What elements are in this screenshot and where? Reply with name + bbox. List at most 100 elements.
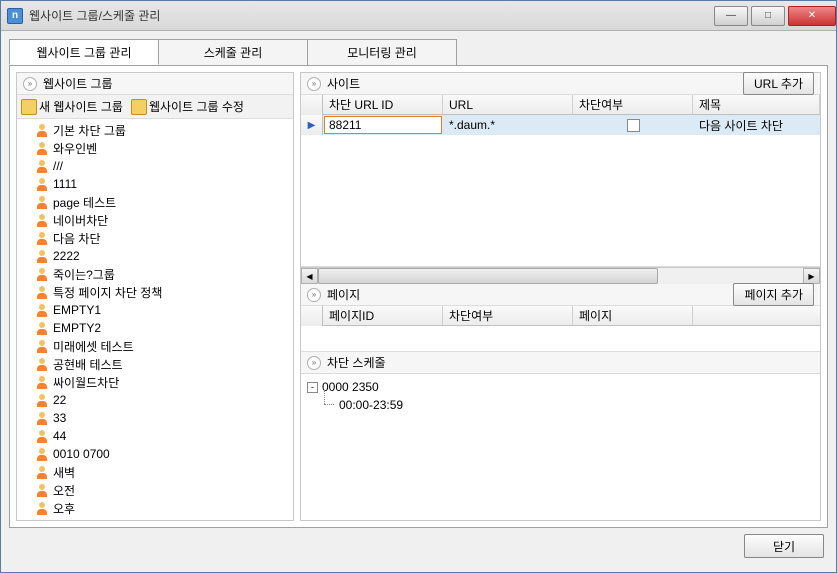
tree-item[interactable]: 22 [31,391,291,409]
tree-item[interactable]: 0010 0700 [31,445,291,463]
person-icon [35,339,49,353]
tree-item-label: 싸이월드차단 [53,374,119,391]
page-section-title: 페이지 [327,286,360,303]
titlebar: n 웹사이트 그룹/스케줄 관리 — □ ✕ [1,1,836,31]
site-grid-header: 차단 URL ID URL 차단여부 제목 [301,95,820,115]
scroll-right-icon[interactable]: ▶ [803,268,820,284]
tree-item-label: 미래에셋 테스트 [53,338,134,355]
window-title: 웹사이트 그룹/스케줄 관리 [29,7,160,24]
person-icon [35,429,49,443]
close-button[interactable]: ✕ [788,6,836,26]
close-dialog-button[interactable]: 닫기 [744,534,824,558]
tree-item-label: 22 [53,393,66,407]
tree-item[interactable]: 오전 [31,481,291,499]
tree-item[interactable]: 밤 [31,517,291,520]
site-hscroll[interactable]: ◀ ▶ [301,267,820,284]
scroll-left-icon[interactable]: ◀ [301,268,318,284]
person-icon [35,231,49,245]
expand-icon[interactable]: » [23,77,37,91]
expand-icon[interactable]: » [307,77,321,91]
maximize-button[interactable]: □ [751,6,785,26]
tree-item[interactable]: 다음 차단 [31,229,291,247]
col-title[interactable]: 제목 [693,95,820,114]
tree-item[interactable]: 공현배 테스트 [31,355,291,373]
expand-icon[interactable]: » [307,356,321,370]
row-indicator-header [301,306,323,326]
col-page-id[interactable]: 페이지ID [323,306,443,325]
add-page-button[interactable]: 페이지 추가 [733,283,814,306]
tree-item[interactable]: 오후 [31,499,291,517]
tree-item[interactable]: 죽이는?그룹 [31,265,291,283]
tab-monitoring[interactable]: 모니터링 관리 [307,39,457,65]
person-icon [35,375,49,389]
tree-item[interactable]: 와우인벤 [31,139,291,157]
group-section-header: » 웹사이트 그룹 [17,73,293,95]
client-area: 웹사이트 그룹 관리 스케줄 관리 모니터링 관리 » 웹사이트 그룹 새 웹사… [1,31,836,572]
person-icon [35,303,49,317]
tree-item-label: 특정 페이지 차단 정책 [53,284,162,301]
tree-item[interactable]: /// [31,157,291,175]
schedule-root[interactable]: - 0000 2350 [321,378,816,396]
edit-group-button[interactable]: 웹사이트 그룹 수정 [131,98,244,115]
tab-schedule[interactable]: 스케줄 관리 [158,39,308,65]
group-toolbar: 새 웹사이트 그룹 웹사이트 그룹 수정 [17,95,293,119]
edit-group-label: 웹사이트 그룹 수정 [149,98,244,115]
tree-item[interactable]: 44 [31,427,291,445]
page-grid[interactable]: 페이지ID 차단여부 페이지 [301,306,820,352]
expand-icon[interactable]: » [307,288,321,302]
schedule-item[interactable]: 00:00-23:59 [321,396,816,414]
tree-item[interactable]: 기본 차단 그룹 [31,121,291,139]
group-tree[interactable]: 기본 차단 그룹와우인벤///1111page 테스트네이버차단다음 차단222… [17,119,293,520]
tree-item[interactable]: EMPTY2 [31,319,291,337]
cell-id-edit[interactable]: 88211 [324,116,442,134]
tree-item-label: /// [53,159,63,173]
new-group-button[interactable]: 새 웹사이트 그룹 [21,98,123,115]
cell-url[interactable]: *.daum.* [443,115,573,135]
cell-title[interactable]: 다음 사이트 차단 [693,115,820,135]
tree-item[interactable]: 특정 페이지 차단 정책 [31,283,291,301]
person-icon [35,519,49,520]
tree-item-label: 기본 차단 그룹 [53,122,126,139]
tree-item-label: 33 [53,411,66,425]
scroll-thumb[interactable] [318,268,658,284]
tree-item[interactable]: EMPTY1 [31,301,291,319]
tree-item[interactable]: 2222 [31,247,291,265]
person-icon [35,285,49,299]
minimize-button[interactable]: — [714,6,748,26]
col-block-flag[interactable]: 차단여부 [573,95,693,114]
page-grid-header: 페이지ID 차단여부 페이지 [301,306,820,326]
site-section-title: 사이트 [327,75,360,92]
add-url-button[interactable]: URL 추가 [743,72,814,95]
group-section-title: 웹사이트 그룹 [43,75,113,92]
tree-item[interactable]: page 테스트 [31,193,291,211]
tree-item-label: 44 [53,429,66,443]
tree-item-label: 와우인벤 [53,140,97,157]
background-blur [160,9,714,23]
tree-item[interactable]: 33 [31,409,291,427]
col-page-block[interactable]: 차단여부 [443,306,573,325]
site-grid[interactable]: 차단 URL ID URL 차단여부 제목 ▶ 88211 *.daum.* [301,95,820,267]
tree-item[interactable]: 1111 [31,175,291,193]
person-icon [35,465,49,479]
tree-item[interactable]: 새벽 [31,463,291,481]
tree-collapse-icon[interactable]: - [307,382,318,393]
col-block-url-id[interactable]: 차단 URL ID [323,95,443,114]
tree-item[interactable]: 미래에셋 테스트 [31,337,291,355]
tree-item[interactable]: 네이버차단 [31,211,291,229]
col-page[interactable]: 페이지 [573,306,693,325]
schedule-tree[interactable]: - 0000 2350 00:00-23:59 [301,374,820,520]
schedule-section-title: 차단 스케줄 [327,354,386,371]
tree-item-label: 오전 [53,482,75,499]
tab-website-group[interactable]: 웹사이트 그룹 관리 [9,39,159,65]
tree-item-label: EMPTY2 [53,321,101,335]
edit-group-icon [131,99,147,115]
tabstrip: 웹사이트 그룹 관리 스케줄 관리 모니터링 관리 [9,39,828,65]
tree-item[interactable]: 싸이월드차단 [31,373,291,391]
row-indicator-header [301,95,323,115]
person-icon [35,141,49,155]
col-url[interactable]: URL [443,95,573,114]
tree-item-label: 새벽 [53,464,75,481]
site-row[interactable]: ▶ 88211 *.daum.* 다음 사이트 차단 [301,115,820,135]
tree-item-label: EMPTY1 [53,303,101,317]
block-checkbox[interactable] [627,119,640,132]
